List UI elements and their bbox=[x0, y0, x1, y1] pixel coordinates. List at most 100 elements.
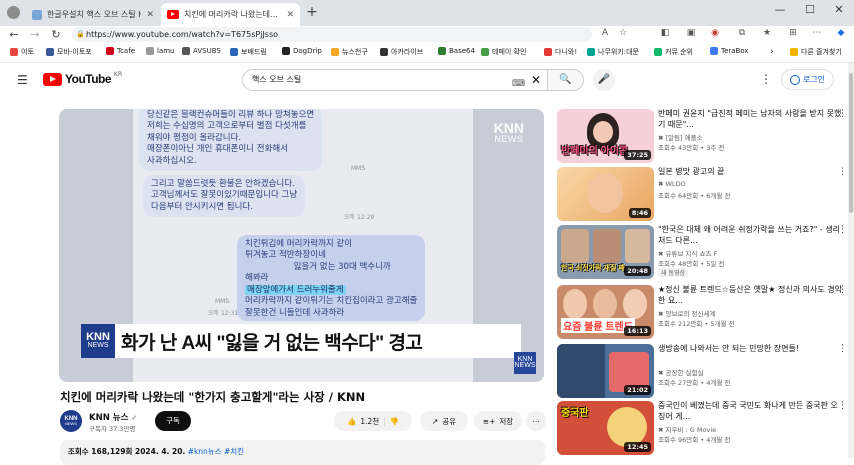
bookmark-item[interactable]: 이토 bbox=[10, 47, 34, 57]
bookmark-item[interactable]: Tcafe bbox=[106, 47, 135, 55]
search-input[interactable]: 핵스 오브 스틸 ⌨ ✕ bbox=[242, 69, 548, 91]
browser-tab-1[interactable]: 한글우설치 핵스 오브 스틸 Her... ✕ bbox=[26, 3, 160, 26]
url-text: https://www.youtube.com/watch?v=T675sPjJ… bbox=[86, 30, 279, 39]
close-tab-icon[interactable]: ✕ bbox=[286, 10, 294, 20]
duration-badge: 20:48 bbox=[624, 266, 651, 276]
video-thumbnail[interactable]: 요즘 불륜 트렌드 16:13 bbox=[557, 285, 654, 339]
video-thumbnail[interactable]: 한국 쇠젓가락 재질 째 20:48 bbox=[557, 225, 654, 279]
share-label: 공유 bbox=[442, 416, 457, 426]
extension-icon[interactable]: ◉ bbox=[708, 28, 722, 38]
recommended-title: 생방송에 나와서는 안 되는 민망한 장면들! bbox=[658, 344, 800, 353]
bookmark-item[interactable]: 다니와! bbox=[544, 47, 577, 57]
thumbs-down-icon[interactable]: 👎 bbox=[390, 417, 399, 426]
subscribe-button[interactable]: 구독 bbox=[155, 411, 191, 431]
channel-name[interactable]: KNN 뉴스 ✓ bbox=[89, 411, 137, 423]
video-description[interactable]: 조회수 168,129회 2024. 4. 20. #knn뉴스 #치킨 bbox=[60, 440, 545, 465]
menu-icon[interactable]: ☰ bbox=[17, 73, 28, 87]
thumbnail-panel bbox=[557, 344, 605, 398]
bookmark-item[interactable]: 아카라이브 bbox=[380, 47, 423, 57]
reload-icon[interactable]: ↻ bbox=[48, 26, 64, 43]
star-icon[interactable]: ☆ bbox=[616, 28, 630, 38]
more-icon[interactable]: ⋮ bbox=[838, 167, 847, 177]
duration-badge: 16:13 bbox=[624, 326, 651, 336]
more-icon[interactable]: ⋮ bbox=[838, 344, 847, 354]
video-thumbnail[interactable]: 반페미의 아이콘 37:25 bbox=[557, 109, 654, 163]
extension-icon[interactable]: ◧ bbox=[658, 28, 672, 38]
more-icon[interactable]: ⋮ bbox=[838, 401, 847, 411]
bookmark-item[interactable]: 커뮤 순위 bbox=[654, 47, 693, 57]
like-count: 1.2천 bbox=[360, 416, 380, 426]
bookmark-item[interactable]: TeraBox bbox=[710, 47, 749, 55]
browser-tab-2-active[interactable]: 치킨에 머리카락 나왔는데... ✕ bbox=[161, 3, 300, 26]
extension-icon[interactable]: ▣ bbox=[684, 28, 698, 38]
video-thumbnail[interactable]: 8:46 bbox=[557, 167, 654, 221]
bookmark-item[interactable]: AVSUBS bbox=[182, 47, 221, 55]
address-input[interactable]: 🔒 https://www.youtube.com/watch?v=T675sP… bbox=[72, 27, 592, 42]
video-thumbnail[interactable]: 21:02 bbox=[557, 344, 654, 398]
youtube-logo[interactable]: YouTube KR bbox=[43, 71, 122, 86]
recommended-video[interactable]: 21:02 생방송에 나와서는 안 되는 민망한 장면들! ✖ 공장한 실험실 … bbox=[557, 344, 847, 400]
recommended-meta: 조회수 48만회 • 5일 전 bbox=[658, 260, 725, 268]
copilot-icon[interactable]: ◆ bbox=[834, 28, 848, 38]
bookmark-item[interactable]: 테페이 확인 bbox=[481, 47, 526, 57]
duration-badge: 8:46 bbox=[628, 208, 651, 218]
read-aloud-icon[interactable]: A bbox=[598, 28, 612, 38]
more-icon[interactable]: ⋮ bbox=[838, 225, 847, 235]
like-button[interactable]: 👍 1.2천 | 👎 bbox=[334, 411, 412, 431]
channel-text: 공장한 실험실 bbox=[665, 369, 704, 377]
more-icon[interactable]: ⋮ bbox=[838, 109, 847, 119]
extensions-icon[interactable]: ⧉ bbox=[735, 28, 749, 38]
window-close-icon[interactable]: ✕ bbox=[829, 3, 849, 16]
more-actions-button[interactable]: ⋯ bbox=[526, 411, 546, 431]
bookmarks-overflow-icon[interactable]: › bbox=[770, 47, 774, 57]
maximize-icon[interactable]: ☐ bbox=[800, 3, 820, 16]
bookmark-favicon-icon bbox=[481, 48, 489, 56]
collections-icon[interactable]: ⊞ bbox=[786, 28, 800, 38]
recommended-video[interactable]: 반페미의 아이콘 37:25 반페미 권윤지 "급진적 페미는 남자의 사랑을 … bbox=[557, 109, 847, 165]
news-caption: 화가 난 A씨 "잃을 거 없는 백수다" 경고 bbox=[121, 332, 423, 354]
channel-avatar[interactable]: KNN NEWS bbox=[60, 410, 82, 432]
recommended-video[interactable]: 요즘 불륜 트렌드 16:13 ★정신 불륜 트렌드☆등산은 옛말★ 정신과 의… bbox=[557, 285, 847, 341]
bookmark-item[interactable]: 나무위키:대문 bbox=[587, 47, 639, 57]
favorites-icon[interactable]: ★ bbox=[760, 28, 774, 38]
recommended-video[interactable]: 8:46 일본 병맛 광고의 끝 ✖ WLDO 조회수 64만회 • 6개월 전… bbox=[557, 167, 847, 223]
page-scrollbar[interactable] bbox=[848, 63, 854, 458]
clear-search-icon[interactable]: ✕ bbox=[531, 70, 541, 90]
minimize-icon[interactable]: — bbox=[770, 3, 790, 16]
recommended-video[interactable]: 한국 쇠젓가락 재질 째 20:48 "한국은 대체 왜 어려운 쉬정가락을 쓰… bbox=[557, 225, 847, 281]
login-button[interactable]: 로그인 bbox=[781, 69, 834, 90]
more-icon[interactable]: ⋮ bbox=[838, 285, 847, 295]
duration-badge: 21:02 bbox=[624, 385, 651, 395]
bookmark-item[interactable]: 모바-이토포 bbox=[46, 47, 92, 57]
bookmark-item[interactable]: 보배드림 bbox=[230, 47, 267, 57]
new-tab-icon[interactable]: + bbox=[303, 4, 321, 20]
person-thumbnail bbox=[561, 229, 589, 263]
save-button[interactable]: ≡+ 저장 bbox=[474, 411, 522, 431]
news-caption-bar: KNN NEWS 화가 난 A씨 "잃을 거 없는 백수다" 경고 bbox=[81, 324, 521, 358]
scrollbar-thumb[interactable] bbox=[849, 73, 853, 213]
bookmark-item[interactable]: Base64 bbox=[438, 47, 475, 55]
recommended-video[interactable]: 중국판 12:45 중국인이 베꼈는데 중국 국민도 화나게 만든 중국판 오징… bbox=[557, 401, 847, 457]
settings-menu-icon[interactable]: ⋯ bbox=[810, 28, 824, 38]
hashtags[interactable]: #knn뉴스 #치킨 bbox=[188, 447, 244, 456]
chat-text: 치킨튀김에 머리카락까지 같이 튀겨놓고 적반하장이네 잃을거 없는 30대 백… bbox=[245, 239, 391, 284]
bookmark-item[interactable]: 뉴스천구 bbox=[331, 47, 368, 57]
thumbs-up-icon: 👍 bbox=[346, 416, 357, 426]
close-tab-icon[interactable]: ✕ bbox=[146, 10, 154, 20]
profile-icon[interactable] bbox=[7, 6, 20, 19]
forward-icon[interactable]: → bbox=[27, 26, 43, 43]
video-player[interactable]: 당신같은 블랙컨슈머들이 리뷰 하나 망쳐놓으면 저희는 수십명의 고객으로부터… bbox=[59, 109, 544, 382]
video-thumbnail[interactable]: 중국판 12:45 bbox=[557, 401, 654, 455]
share-button[interactable]: ↗ 공유 bbox=[420, 411, 468, 431]
voice-search-button[interactable]: 🎤 bbox=[593, 69, 615, 91]
other-bookmarks-folder[interactable]: 다른 즐겨찾기 bbox=[790, 47, 842, 57]
channel-mark-icon: ✖ bbox=[658, 426, 666, 434]
keyboard-icon[interactable]: ⌨ bbox=[512, 74, 525, 94]
search-button[interactable]: 🔍 bbox=[548, 69, 584, 91]
bookmark-label: 테페이 확인 bbox=[492, 48, 527, 56]
back-icon[interactable]: ← bbox=[6, 26, 22, 43]
bookmark-item[interactable]: lamu bbox=[146, 47, 175, 55]
more-options-icon[interactable]: ⋮ bbox=[760, 72, 772, 86]
bookmark-item[interactable]: DogDrip bbox=[282, 47, 322, 55]
bookmark-label: 나무위키:대문 bbox=[598, 48, 639, 56]
